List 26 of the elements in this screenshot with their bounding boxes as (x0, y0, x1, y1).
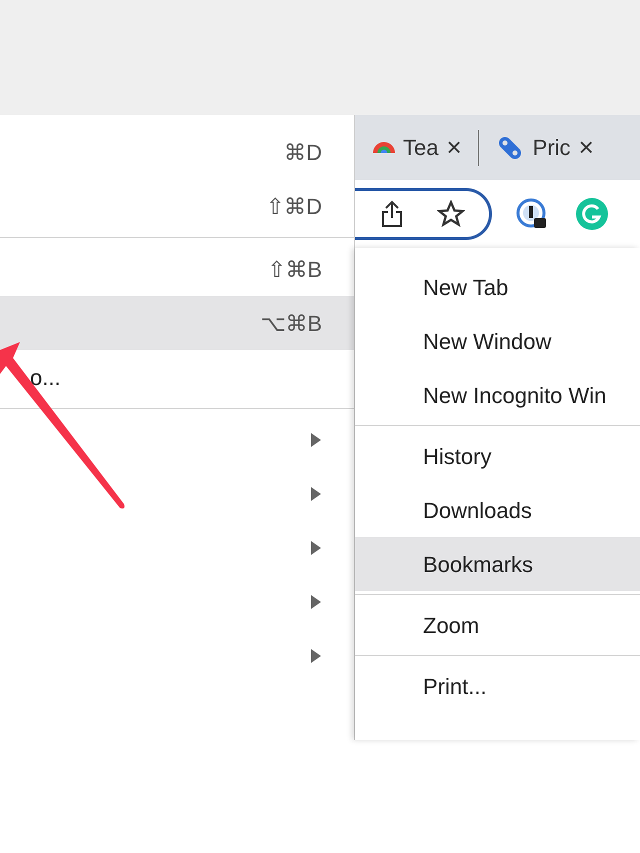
menu-item[interactable]: Zoom (355, 598, 640, 652)
shortcut-label: ⌘D (284, 138, 322, 166)
highlighted-menu-item[interactable]: ⌥⌘B (0, 296, 354, 350)
browser-tab[interactable]: Pric × (488, 128, 600, 167)
submenu-arrow-icon (310, 648, 322, 664)
menu-item-label: o... (30, 364, 61, 392)
address-bar[interactable] (355, 188, 492, 240)
submenu-arrow-icon (310, 486, 322, 502)
submenu-arrow-icon (310, 540, 322, 556)
submenu-arrow-icon (310, 432, 322, 448)
share-icon[interactable] (380, 200, 404, 228)
menu-item[interactable]: New Incognito Win (355, 368, 640, 422)
menu-item[interactable]: History (355, 429, 640, 483)
shortcut-label: ⇧⌘B (267, 256, 322, 284)
menu-item[interactable]: Bookmarks (355, 537, 640, 591)
menu-item[interactable]: New Window (355, 314, 640, 368)
browser-tab[interactable]: Tea × (367, 128, 468, 167)
lock-extension-icon[interactable] (516, 198, 548, 230)
submenu-arrow-icon (310, 594, 322, 610)
shortcut-label: ⌥⌘B (260, 310, 322, 338)
rainbow-icon (373, 142, 395, 153)
menu-item[interactable]: Print... (355, 659, 640, 713)
menu-item[interactable]: Downloads (355, 483, 640, 537)
menu-item[interactable]: New Tab (355, 260, 640, 314)
shortcut-label: ⇧⌘D (266, 192, 322, 220)
star-icon[interactable] (436, 200, 464, 228)
